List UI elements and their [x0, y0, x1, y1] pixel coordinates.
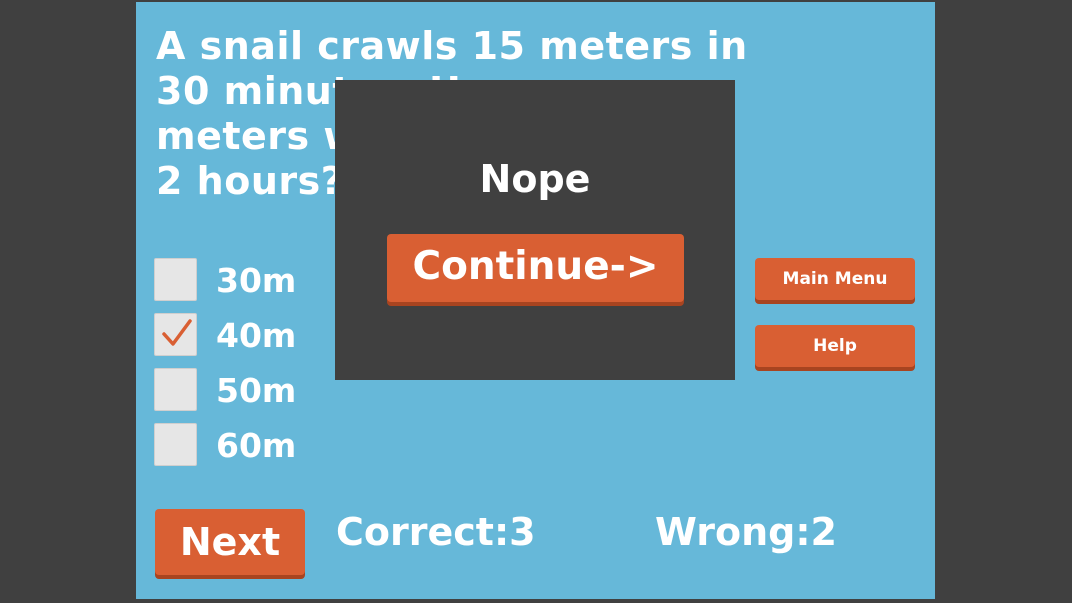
correct-counter: Correct:3 — [336, 510, 536, 554]
help-button[interactable]: Help — [755, 325, 915, 367]
answer-checkbox[interactable] — [154, 258, 197, 301]
answer-option-30m[interactable]: 30m — [154, 258, 324, 313]
answer-label: 30m — [216, 261, 297, 300]
answer-option-60m[interactable]: 60m — [154, 423, 324, 478]
next-button[interactable]: Next — [155, 509, 305, 575]
answer-label: 40m — [216, 316, 297, 355]
answer-checkbox-checked[interactable] — [154, 313, 197, 356]
answer-checkbox[interactable] — [154, 423, 197, 466]
check-icon — [162, 319, 192, 346]
answer-label: 60m — [216, 426, 297, 465]
continue-button[interactable]: Continue-> — [387, 234, 684, 302]
answer-label: 50m — [216, 371, 297, 410]
answer-options: 30m 40m 50m 60m — [154, 258, 324, 478]
main-menu-button[interactable]: Main Menu — [755, 258, 915, 300]
wrong-counter: Wrong:2 — [655, 510, 837, 554]
answer-checkbox[interactable] — [154, 368, 197, 411]
feedback-dialog: Nope Continue-> — [335, 80, 735, 380]
question-line-1: A snail crawls 15 meters in — [156, 24, 748, 68]
game-panel: A snail crawls 15 meters in 30 minutes. … — [136, 2, 935, 599]
feedback-title: Nope — [479, 157, 591, 201]
answer-option-40m[interactable]: 40m — [154, 313, 324, 368]
answer-option-50m[interactable]: 50m — [154, 368, 324, 423]
